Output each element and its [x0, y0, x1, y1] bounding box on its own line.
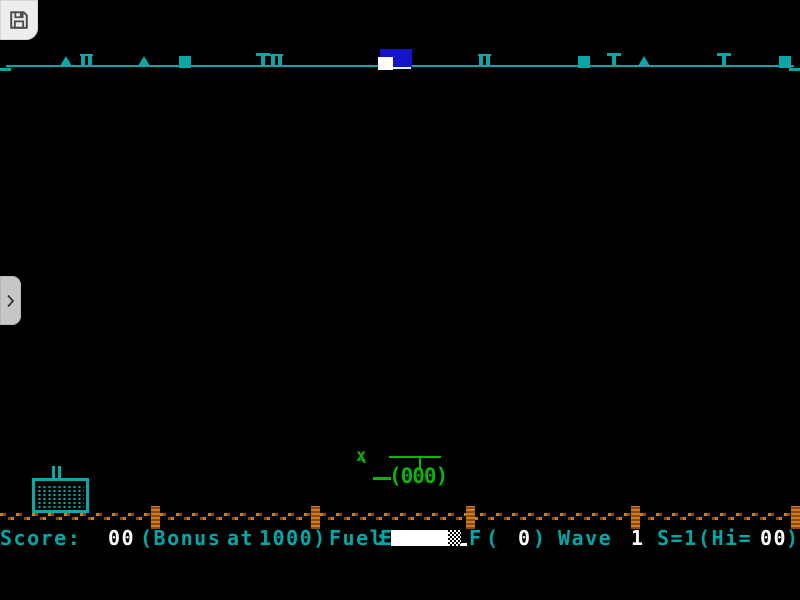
- status-text: (Hi=: [698, 528, 752, 548]
- status-text: Score:: [0, 528, 81, 548]
- radar-player-dot: [378, 57, 393, 70]
- status-text: 00: [760, 528, 787, 548]
- status-text: ): [786, 528, 800, 548]
- plane-body-glyphs: (000): [389, 464, 447, 488]
- status-text: S=1: [657, 528, 698, 548]
- plane-tail-glyph: `: [358, 458, 371, 483]
- radar-marker-tee: [607, 53, 621, 66]
- radar-line-left-stub: [0, 68, 11, 71]
- radar-marker-square: [179, 56, 191, 68]
- status-text: 0: [518, 528, 532, 548]
- radar-player-underline: [393, 67, 411, 69]
- save-state-button[interactable]: [0, 0, 38, 40]
- status-text: (: [486, 528, 500, 548]
- status-text: Wave: [558, 528, 612, 548]
- status-text: ): [533, 528, 547, 548]
- save-icon: [8, 9, 30, 31]
- radar-marker-pi: [80, 54, 93, 66]
- radar-marker-triangle: [138, 56, 150, 66]
- plane-upper-wing: [389, 456, 441, 458]
- radar-marker-pi: [478, 54, 491, 66]
- radar-marker-square: [779, 56, 791, 68]
- status-text: 1: [631, 528, 645, 548]
- chevron-right-icon: [6, 294, 15, 308]
- status-text: 1000): [259, 528, 327, 548]
- game-screen: x ` (000) Score:00(Bonusat1000)Fuel:EF(0…: [0, 0, 800, 600]
- radar-marker-triangle: [638, 56, 650, 66]
- radar-marker-square: [578, 56, 590, 68]
- radar-marker-tee: [717, 53, 731, 66]
- fuel-gauge-fill: [391, 530, 448, 546]
- radar-marker-tee: [256, 53, 270, 66]
- status-text: at: [227, 528, 254, 548]
- fuel-gauge-tick: [461, 543, 467, 546]
- status-text: (Bonus: [140, 528, 221, 548]
- side-panel-expand-button[interactable]: [0, 276, 21, 325]
- status-text: F: [469, 528, 483, 548]
- radar-marker-triangle: [60, 56, 72, 66]
- radar-line-right-stub: [789, 68, 800, 71]
- ground-line: [0, 512, 800, 521]
- status-text: 00: [108, 528, 135, 548]
- fuel-gauge-dither: [448, 530, 461, 546]
- depot-tank: [32, 478, 89, 513]
- radar-marker-pi: [270, 54, 283, 66]
